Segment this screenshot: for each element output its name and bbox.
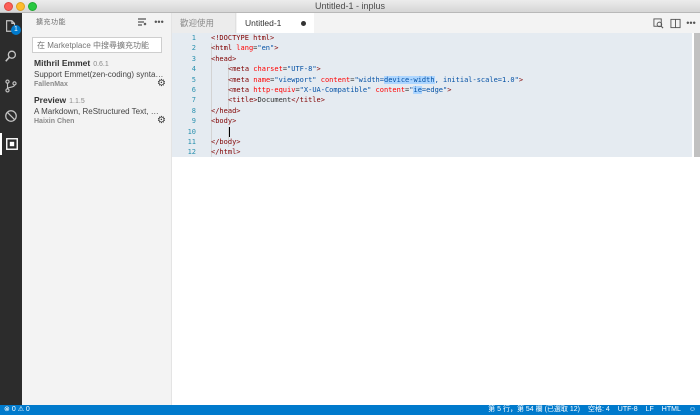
activity-extensions[interactable] bbox=[0, 133, 22, 155]
problems-indicator[interactable]: ⊗ 0 ⚠ 0 bbox=[4, 405, 30, 415]
code-editor[interactable]: 1 2 3 4 5 6 7 8 9 10 11 12 <!DOCTYPE htm… bbox=[172, 33, 700, 405]
tab-label: 歡迎使用 bbox=[180, 18, 215, 28]
clear-extensions-button[interactable] bbox=[136, 16, 148, 28]
line-number: 10 bbox=[187, 127, 196, 136]
line-number: 7 bbox=[191, 96, 196, 105]
word-highlight: ie bbox=[413, 86, 422, 94]
code-line: </head> bbox=[211, 106, 241, 115]
editor-tabs: 歡迎使用 Untitled-1 ••• bbox=[172, 13, 700, 33]
code-line: <meta http-equiv="X-UA-Compatible" conte… bbox=[228, 86, 452, 94]
activity-bar: 1 bbox=[0, 13, 22, 405]
indentation-setting[interactable]: 空格: 4 bbox=[588, 405, 610, 415]
list-item[interactable]: Mithril Emmet 0.6.1 Support Emmet(zen-cod… bbox=[34, 58, 172, 89]
code-line: </body> bbox=[211, 138, 241, 146]
line-number: 6 bbox=[191, 86, 196, 94]
activity-search[interactable] bbox=[0, 45, 22, 67]
explorer-badge: 1 bbox=[11, 25, 21, 35]
sidebar-header: 擴充功能 ••• bbox=[22, 13, 172, 31]
line-number: 11 bbox=[187, 138, 196, 146]
extension-description: Support Emmet(zen-coding) syntax f... bbox=[34, 70, 164, 79]
sidebar-title: 擴充功能 bbox=[36, 19, 66, 26]
feedback-smiley-icon[interactable]: ☺ bbox=[689, 405, 696, 415]
git-branch-icon bbox=[5, 79, 17, 93]
warning-icon: ⚠ bbox=[17, 406, 24, 413]
extensions-search-input[interactable] bbox=[32, 37, 162, 53]
tab-untitled-1[interactable]: Untitled-1 bbox=[237, 13, 314, 33]
title-bar: Untitled-1 - inplus bbox=[0, 0, 700, 13]
activity-git[interactable] bbox=[0, 75, 22, 97]
tab-welcome[interactable]: 歡迎使用 bbox=[172, 13, 236, 33]
unsaved-dot-icon[interactable] bbox=[301, 21, 306, 26]
code-line: <title>Document</title> bbox=[228, 96, 325, 105]
extension-description: A Markdown, ReStructured Text, HT... bbox=[34, 107, 164, 116]
split-editor-icon bbox=[669, 18, 681, 28]
editor-more-button[interactable]: ••• bbox=[685, 17, 697, 29]
cursor-position[interactable]: 第 5 行，第 54 欄 (已選取 12) bbox=[488, 405, 580, 415]
extension-version: 0.6.1 bbox=[93, 61, 109, 68]
list-filter-icon bbox=[138, 18, 147, 26]
line-number: 8 bbox=[191, 106, 196, 115]
extension-version: 1.1.5 bbox=[69, 98, 85, 105]
status-bar: ⊗ 0 ⚠ 0 第 5 行，第 54 欄 (已選取 12) 空格: 4 UTF-… bbox=[0, 405, 700, 415]
more-icon: ••• bbox=[686, 18, 696, 28]
code-line: </html> bbox=[211, 148, 241, 157]
gear-icon[interactable]: ⚙ bbox=[157, 78, 166, 89]
eol-setting[interactable]: LF bbox=[646, 405, 654, 415]
code-line: <html lang="en"> bbox=[211, 44, 279, 53]
list-item[interactable]: Preview 1.1.5 A Markdown, ReStructured Te… bbox=[34, 95, 172, 126]
code-line: <meta charset="UTF-8"> bbox=[228, 65, 321, 74]
window-title: Untitled-1 - inplus bbox=[314, 1, 386, 11]
code-line: <body> bbox=[211, 117, 237, 126]
gear-icon[interactable]: ⚙ bbox=[157, 115, 166, 126]
extensions-sidebar: 擴充功能 ••• Mithril Emmet0.6.1 Support Emme… bbox=[22, 13, 172, 405]
line-number: 4 bbox=[191, 65, 196, 74]
extension-author: FallenMax bbox=[34, 81, 68, 88]
extensions-icon bbox=[6, 138, 18, 150]
editor-scrollbar[interactable] bbox=[694, 33, 700, 157]
text-cursor bbox=[229, 126, 230, 137]
open-preview-button[interactable] bbox=[652, 17, 664, 29]
line-number: 3 bbox=[191, 54, 196, 63]
extension-name: Mithril Emmet bbox=[34, 58, 91, 68]
warning-count: 0 bbox=[25, 406, 30, 413]
extension-author: Haixin Chen bbox=[34, 118, 75, 125]
preview-search-icon bbox=[652, 17, 663, 28]
debug-icon bbox=[5, 110, 17, 122]
line-number: 12 bbox=[187, 148, 196, 157]
search-icon bbox=[5, 50, 17, 62]
tab-label: Untitled-1 bbox=[245, 18, 282, 28]
code-line: <head> bbox=[211, 54, 237, 63]
extension-name: Preview bbox=[34, 95, 67, 105]
code-line: <meta name="viewport" content="width=dev… bbox=[228, 75, 524, 84]
more-icon: ••• bbox=[154, 17, 164, 27]
line-number: 5 bbox=[191, 75, 196, 84]
error-icon: ⊗ bbox=[4, 406, 10, 413]
more-actions-button[interactable]: ••• bbox=[153, 16, 165, 28]
selected-text: device-width bbox=[383, 75, 435, 84]
error-count: 0 bbox=[11, 406, 16, 413]
line-number: 2 bbox=[191, 44, 196, 53]
line-number: 9 bbox=[191, 117, 196, 126]
split-editor-button[interactable] bbox=[669, 17, 681, 29]
activity-explorer[interactable]: 1 bbox=[0, 15, 22, 37]
code-line: <!DOCTYPE html> bbox=[211, 34, 275, 42]
language-mode[interactable]: HTML bbox=[662, 405, 681, 415]
line-number: 1 bbox=[191, 34, 196, 42]
activity-debug[interactable] bbox=[0, 105, 22, 127]
encoding-setting[interactable]: UTF-8 bbox=[618, 405, 638, 415]
